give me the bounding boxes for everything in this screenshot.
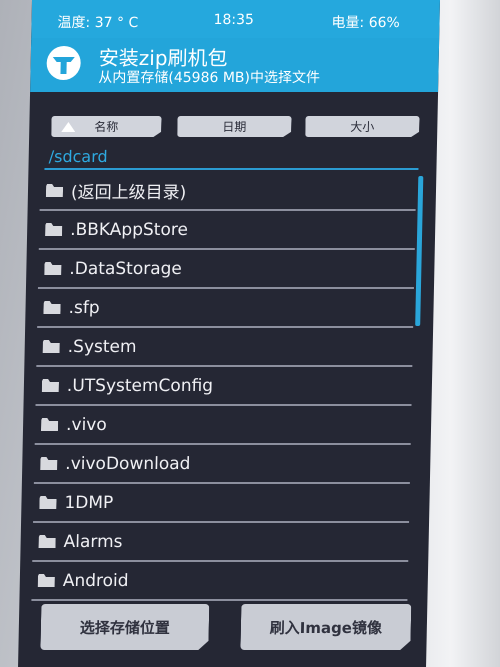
file-name: .vivoDownload [65, 453, 191, 474]
file-name: .vivo [65, 414, 107, 435]
file-name: .DataStorage [69, 258, 183, 279]
file-list-item[interactable]: .vivoDownload [33, 445, 411, 484]
folder-icon [40, 457, 58, 470]
select-storage-button[interactable]: 选择存储位置 [40, 604, 209, 650]
file-list-item[interactable]: Alarms [32, 523, 410, 562]
folder-icon [45, 184, 64, 197]
file-name: 1DMP [64, 492, 114, 513]
file-list-item[interactable]: .System [36, 328, 414, 367]
folder-icon [38, 535, 56, 548]
sort-by-size-button[interactable]: 大小 [305, 116, 419, 137]
sort-by-name-button[interactable]: 名称 [51, 116, 161, 137]
temperature-text: 温度: 37 ° C [57, 15, 139, 31]
page-subtitle: 从内置存储(45986 MB)中选择文件 [98, 70, 321, 86]
folder-icon [41, 379, 59, 392]
battery-text: 电量: 66% [331, 15, 400, 31]
sort-bar: 名称 日期 大小 [29, 112, 438, 140]
file-name: Alarms [63, 531, 123, 552]
file-name: .System [67, 336, 137, 357]
file-list-item[interactable]: .vivo [34, 406, 412, 445]
scrollbar[interactable] [415, 176, 424, 326]
sort-by-size-label: 大小 [350, 120, 375, 134]
twrp-screen: 温度: 37 ° C 18:35 电量: 66% 安装zip刷机包 从内置存储(… [18, 0, 440, 667]
folder-icon [42, 340, 60, 353]
file-list-item[interactable]: .DataStorage [37, 250, 415, 289]
file-name: .UTSystemConfig [66, 375, 214, 396]
status-bar: 温度: 37 ° C 18:35 电量: 66% [31, 0, 440, 40]
header: 安装zip刷机包 从内置存储(45986 MB)中选择文件 [30, 38, 440, 92]
file-name: .sfp [68, 297, 100, 318]
file-list-item[interactable]: Android [31, 562, 409, 601]
file-list-item[interactable]: (返回上级目录) [39, 172, 417, 211]
folder-icon [43, 301, 61, 314]
folder-icon [39, 496, 57, 509]
folder-icon [37, 574, 55, 587]
sort-by-date-button[interactable]: 日期 [177, 116, 291, 137]
clock-text: 18:35 [213, 12, 255, 28]
file-list-item[interactable]: .UTSystemConfig [35, 367, 413, 406]
sort-by-date-label: 日期 [222, 120, 247, 134]
folder-icon [44, 262, 62, 275]
file-list[interactable]: (返回上级目录) .BBKAppStore .DataStorage .sfp .Sys… [31, 172, 417, 601]
bottom-bar: 选择存储位置 刷入Image镜像 [18, 598, 427, 658]
file-name: Android [62, 570, 129, 591]
flash-image-button[interactable]: 刷入Image镜像 [240, 604, 411, 650]
file-name: .BBKAppStore [69, 219, 189, 240]
sort-ascending-triangle-icon [61, 122, 75, 132]
file-list-item[interactable]: 1DMP [33, 484, 410, 523]
path-divider [44, 168, 419, 170]
folder-icon [45, 223, 63, 236]
twrp-logo-icon [44, 44, 83, 82]
current-path: /sdcard [48, 147, 108, 166]
file-list-item[interactable]: .BBKAppStore [38, 211, 416, 250]
sort-by-name-label: 名称 [94, 120, 119, 134]
file-list-item[interactable]: .sfp [37, 289, 414, 328]
folder-icon [40, 418, 59, 431]
file-name: (返回上级目录) [70, 183, 187, 203]
